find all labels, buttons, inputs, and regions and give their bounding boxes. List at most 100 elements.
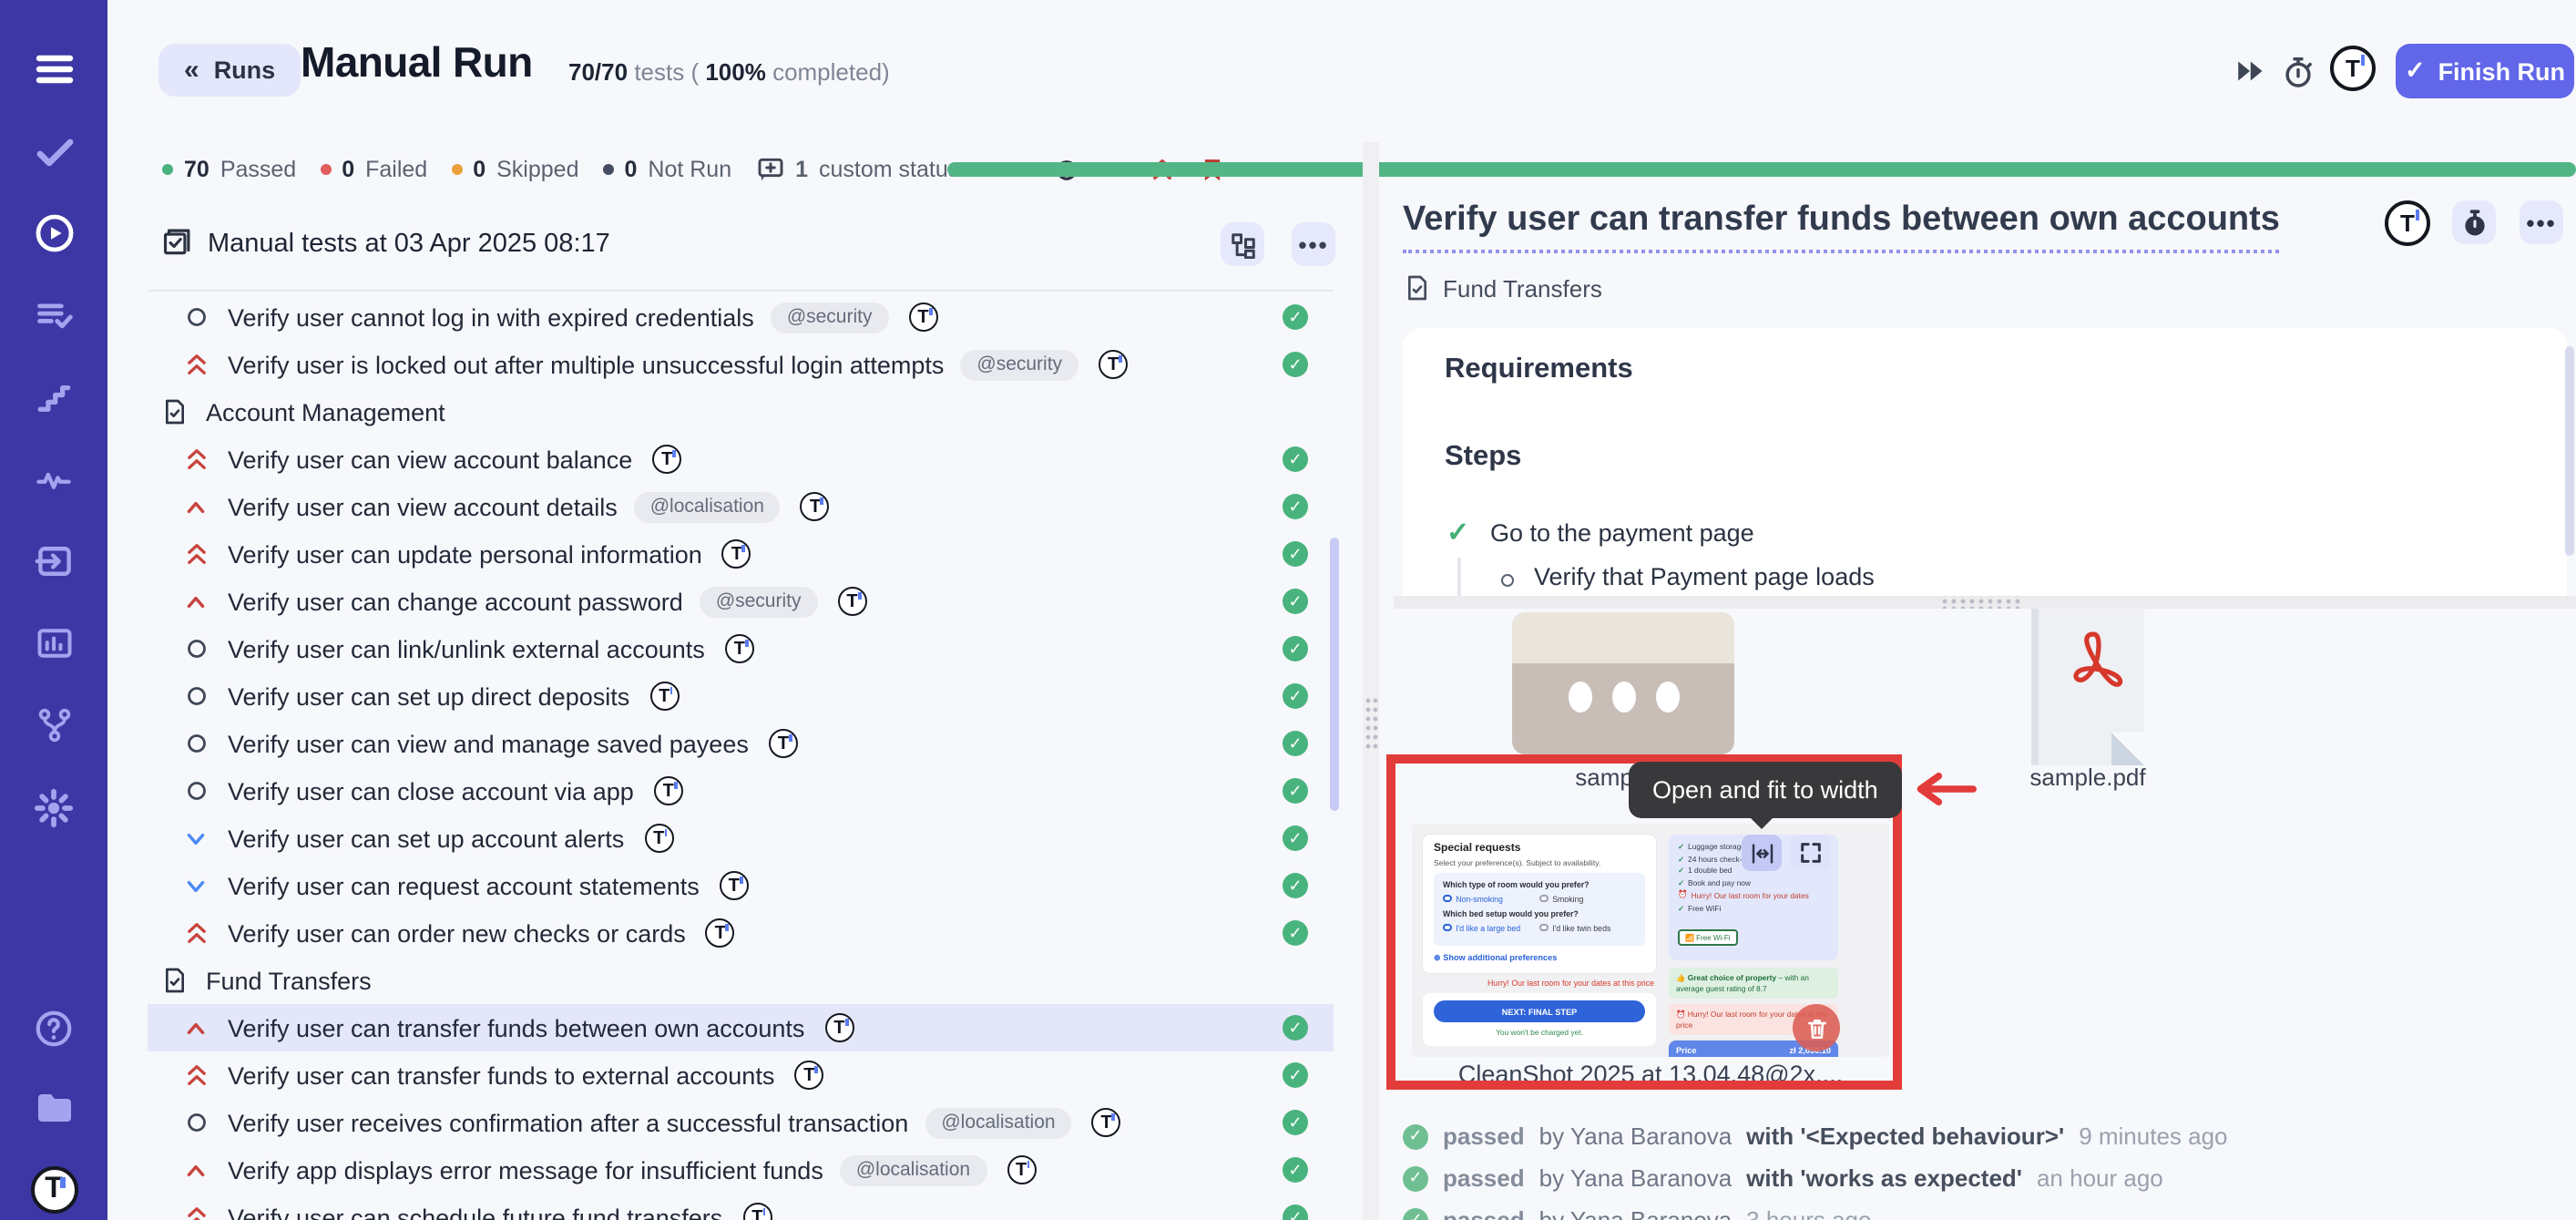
test-row[interactable]: Verify user can view account details@loc…: [148, 483, 1334, 530]
pulse-icon[interactable]: [32, 457, 76, 501]
passed-check-icon: ✓: [1283, 778, 1308, 804]
test-plans-icon[interactable]: [32, 293, 76, 337]
automation-badge-icon[interactable]: T: [2385, 200, 2430, 246]
test-row[interactable]: Verify user can set up direct depositsT✓: [148, 672, 1334, 720]
result-history-entry[interactable]: ✓passedby Yana Baranovawith 'works as ex…: [1403, 1157, 2569, 1199]
test-list-scrollbar[interactable]: [1330, 538, 1339, 811]
passed-check-icon: ✓: [1283, 1157, 1308, 1183]
attachment-screenshot-caption[interactable]: CleanShot 2025 at 13.04.48@2x....: [1412, 1061, 1889, 1088]
test-row[interactable]: Verify user is locked out after multiple…: [148, 341, 1334, 388]
test-row[interactable]: Verify user can set up account alertsT✓: [148, 815, 1334, 862]
attachment-pdf-label[interactable]: sample.pdf: [1973, 764, 2203, 791]
passed-check-icon: ✓: [1283, 1110, 1308, 1135]
test-label: Verify user can change account password: [228, 588, 683, 615]
menu-icon[interactable]: [32, 47, 76, 91]
automation-badge-icon: T: [720, 871, 749, 900]
passed-check-icon: ✓: [1283, 731, 1308, 756]
priority-highest-icon: [182, 352, 210, 377]
annotation-arrow-icon: [1911, 771, 1977, 807]
test-row[interactable]: Verify user can view and manage saved pa…: [148, 720, 1334, 767]
test-row[interactable]: Verify user can order new checks or card…: [148, 909, 1334, 957]
suite-label: Account Management: [206, 398, 445, 425]
test-row[interactable]: Verify user can transfer funds between o…: [148, 1004, 1334, 1051]
page-title: Manual Run: [301, 38, 533, 87]
test-row[interactable]: Verify user can update personal informat…: [148, 530, 1334, 578]
tree-view-button[interactable]: [1221, 222, 1264, 266]
test-label: Verify user receives confirmation after …: [228, 1109, 908, 1136]
tests-check-icon[interactable]: [32, 129, 76, 173]
passed-check-icon: ✓: [1283, 589, 1308, 614]
timer-button[interactable]: [2452, 200, 2496, 244]
test-row[interactable]: Verify user can view account balanceT✓: [148, 436, 1334, 483]
panel-splitter[interactable]: [1363, 142, 1379, 1220]
test-row[interactable]: Verify user can schedule future fund tra…: [148, 1194, 1334, 1220]
priority-high-icon: [182, 495, 210, 518]
projects-folder-icon[interactable]: [32, 1086, 76, 1130]
attachment-image-thumbnail[interactable]: [1512, 612, 1734, 754]
document-check-icon: [160, 966, 189, 995]
priority-high-icon: [182, 589, 210, 613]
suite-row[interactable]: Fund Transfers: [148, 957, 1334, 1004]
suite-row[interactable]: Account Management: [148, 388, 1334, 436]
automation-badge-icon: T: [722, 539, 751, 569]
fullscreen-button[interactable]: [1791, 835, 1831, 871]
analytics-chart-icon[interactable]: [32, 621, 76, 665]
priority-none-icon: [182, 638, 210, 660]
breadcrumb[interactable]: Fund Transfers: [1403, 273, 1602, 302]
priority-none-icon: [182, 685, 210, 707]
settings-gear-icon[interactable]: [32, 785, 76, 829]
fit-to-width-button[interactable]: [1742, 835, 1782, 871]
status-stat-passed: 70Passed: [162, 157, 296, 182]
milestones-steps-icon[interactable]: [32, 375, 76, 419]
back-to-runs-button[interactable]: « Runs: [158, 44, 301, 97]
test-row[interactable]: Verify user can close account via appT✓: [148, 767, 1334, 815]
result-history-entry[interactable]: ✓passedby Yana Baranovawith '<Expected b…: [1403, 1115, 2569, 1157]
passed-check-icon: ✓: [1283, 873, 1308, 898]
tag-chip: @localisation: [840, 1154, 986, 1185]
tests-count: 70/70: [568, 58, 628, 86]
preview-special-requests-card: Special requests Select your preference(…: [1423, 835, 1656, 973]
priority-high-icon: [182, 1016, 210, 1040]
preview-radio-option: Non-smoking: [1443, 894, 1539, 903]
test-label: Verify user can set up direct deposits: [228, 682, 629, 710]
automation-badge-icon: T: [725, 634, 754, 663]
attachment-pdf-thumbnail[interactable]: [2031, 609, 2144, 765]
runs-play-icon[interactable]: [32, 211, 76, 255]
test-row[interactable]: Verify user can link/unlink external acc…: [148, 625, 1334, 672]
tooltip-text: Open and fit to width: [1652, 776, 1878, 804]
tests-word: tests (: [628, 58, 705, 86]
suite-name: Fund Transfers: [1443, 274, 1602, 302]
automation-badge-icon: T: [838, 587, 867, 616]
status-dot-icon: [162, 164, 173, 175]
preview-title: Special requests: [1434, 844, 1645, 855]
test-title[interactable]: Verify user can transfer funds between o…: [1403, 200, 2280, 253]
test-label: Verify user can request account statemen…: [228, 872, 700, 899]
test-row[interactable]: Verify user receives confirmation after …: [148, 1099, 1334, 1146]
test-row[interactable]: Verify user can request account statemen…: [148, 862, 1334, 909]
testomat-logo[interactable]: T: [30, 1166, 77, 1214]
substep-text: Verify that Payment page loads: [1534, 563, 1875, 590]
test-row[interactable]: Verify user can change account password@…: [148, 578, 1334, 625]
detail-more-button[interactable]: •••: [2520, 200, 2563, 244]
automation-badge-icon: T: [742, 1203, 772, 1220]
test-row[interactable]: Verify user can transfer funds to extern…: [148, 1051, 1334, 1099]
priority-highest-icon: [182, 541, 210, 567]
test-label: Verify user can schedule future fund tra…: [228, 1204, 722, 1220]
passed-check-icon: ✓: [1283, 683, 1308, 709]
more-options-button[interactable]: •••: [1292, 222, 1335, 266]
passed-check-icon: ✓: [1283, 920, 1308, 946]
branch-icon[interactable]: [32, 703, 76, 747]
sign-in-icon[interactable]: [32, 539, 76, 583]
detail-scrollbar[interactable]: [2565, 346, 2574, 556]
test-row[interactable]: Verify app displays error message for in…: [148, 1146, 1334, 1194]
result-history-entry[interactable]: ✓passedby Yana Baranova3 hours ago: [1403, 1199, 2569, 1220]
result-history: ✓passedby Yana Baranovawith '<Expected b…: [1403, 1115, 2569, 1220]
panel-splitter-grip[interactable]: [1365, 696, 1379, 751]
horizontal-divider-grip[interactable]: [1940, 596, 2020, 609]
help-icon[interactable]: [32, 1006, 76, 1050]
test-row[interactable]: Verify user cannot log in with expired c…: [148, 293, 1334, 341]
test-label: Verify user can order new checks or card…: [228, 919, 686, 947]
delete-attachment-button[interactable]: [1793, 1004, 1840, 1051]
preview-note: You won't be charged yet.: [1434, 1027, 1645, 1036]
passed-check-icon: ✓: [1283, 304, 1308, 330]
